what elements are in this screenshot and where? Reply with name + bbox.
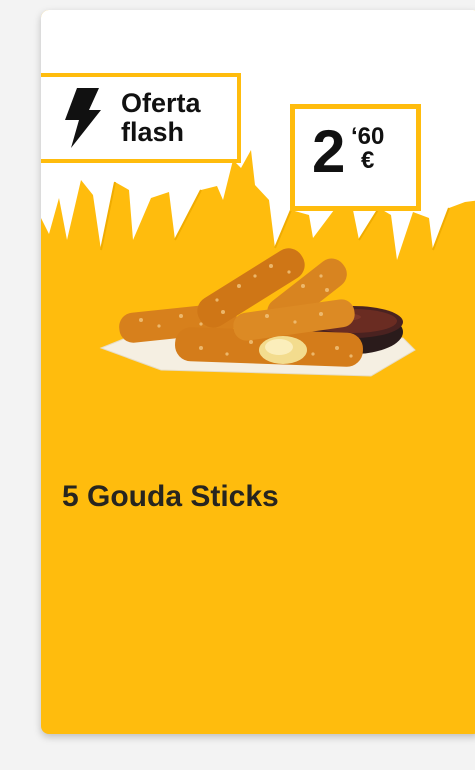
price-badge-inner: 2 ‘60 €: [295, 109, 416, 206]
lightning-bolt-icon: [65, 88, 101, 148]
price-currency: €: [361, 147, 375, 174]
flash-offer-badge: Oferta flash: [41, 73, 241, 163]
price-decimals: ‘60: [351, 123, 385, 150]
product-title: 5 Gouda Sticks: [62, 480, 279, 513]
flash-offer-line2: flash: [121, 117, 185, 147]
flash-offer-line1: Oferta: [121, 88, 201, 118]
price-badge: 2 ‘60 €: [290, 104, 421, 211]
product-card[interactable]: Oferta flash 2 ‘60 € 5 Gouda Sticks: [41, 10, 475, 734]
price-integer: 2: [312, 118, 346, 185]
flash-offer-badge-inner: Oferta flash: [41, 77, 237, 159]
flash-offer-text: Oferta flash: [121, 89, 201, 147]
